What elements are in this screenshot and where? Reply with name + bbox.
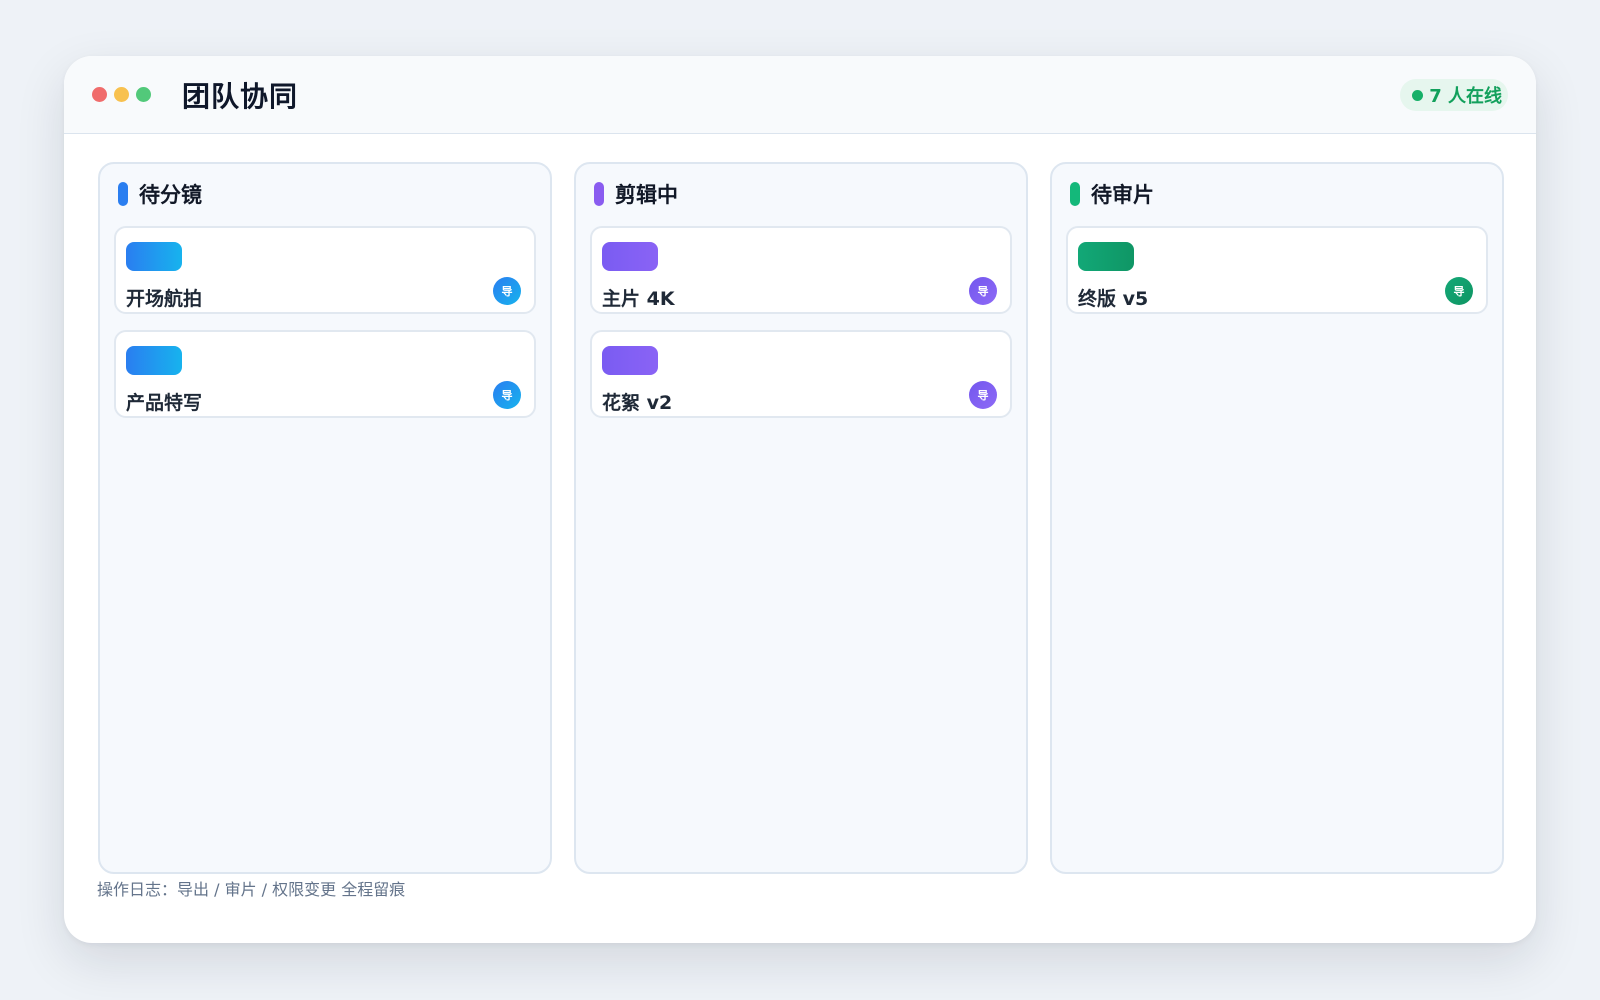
online-status-badge[interactable]: 7 人在线 xyxy=(1400,79,1508,111)
close-window-button[interactable] xyxy=(92,87,107,102)
column-title: 待分镜 xyxy=(139,183,202,207)
task-card[interactable]: 终版 v5 导 xyxy=(1066,226,1488,314)
card-thumbnail xyxy=(126,242,182,271)
assignee-avatar[interactable]: 导 xyxy=(1445,277,1473,305)
column-storyboard: 待分镜 开场航拍 导 产品特写 导 xyxy=(98,162,552,874)
task-card[interactable]: 产品特写 导 xyxy=(114,330,536,418)
online-count-label: 7 人在线 xyxy=(1429,86,1502,107)
task-card[interactable]: 主片 4K 导 xyxy=(590,226,1012,314)
activity-log-note: 操作日志：导出 / 审片 / 权限变更 全程留痕 xyxy=(97,880,406,899)
task-card[interactable]: 开场航拍 导 xyxy=(114,226,536,314)
column-accent-bar xyxy=(1070,182,1080,206)
online-dot-icon xyxy=(1412,89,1424,101)
assignee-avatar[interactable]: 导 xyxy=(969,277,997,305)
card-thumbnail xyxy=(602,346,658,375)
app-title: 团队协同 xyxy=(182,79,299,113)
card-title: 开场航拍 xyxy=(126,288,203,310)
assignee-avatar[interactable]: 导 xyxy=(493,277,521,305)
app-window: 团队协同 7 人在线 待分镜 开场航拍 导 产品特写 导 剪辑中 主片 4K 导… xyxy=(64,56,1536,943)
card-thumbnail xyxy=(126,346,182,375)
card-thumbnail xyxy=(602,242,658,271)
minimize-window-button[interactable] xyxy=(114,87,129,102)
task-card[interactable]: 花絮 v2 导 xyxy=(590,330,1012,418)
column-title: 待审片 xyxy=(1091,183,1154,207)
card-title: 主片 4K xyxy=(602,288,675,310)
card-title: 终版 v5 xyxy=(1078,288,1149,310)
column-header: 待审片 xyxy=(1070,180,1488,208)
assignee-avatar[interactable]: 导 xyxy=(969,381,997,409)
card-title: 花絮 v2 xyxy=(602,392,673,414)
card-thumbnail xyxy=(1078,242,1134,271)
column-title: 剪辑中 xyxy=(615,183,678,207)
kanban-board: 待分镜 开场航拍 导 产品特写 导 剪辑中 主片 4K 导 花絮 v2 导 待审… xyxy=(98,162,1504,874)
card-title: 产品特写 xyxy=(126,392,203,414)
column-header: 待分镜 xyxy=(118,180,536,208)
assignee-avatar[interactable]: 导 xyxy=(493,381,521,409)
maximize-window-button[interactable] xyxy=(136,87,151,102)
window-controls xyxy=(92,87,151,102)
title-bar: 团队协同 7 人在线 xyxy=(64,56,1536,134)
column-accent-bar xyxy=(118,182,128,206)
column-accent-bar xyxy=(594,182,604,206)
column-header: 剪辑中 xyxy=(594,180,1012,208)
column-editing: 剪辑中 主片 4K 导 花絮 v2 导 xyxy=(574,162,1028,874)
column-review: 待审片 终版 v5 导 xyxy=(1050,162,1504,874)
